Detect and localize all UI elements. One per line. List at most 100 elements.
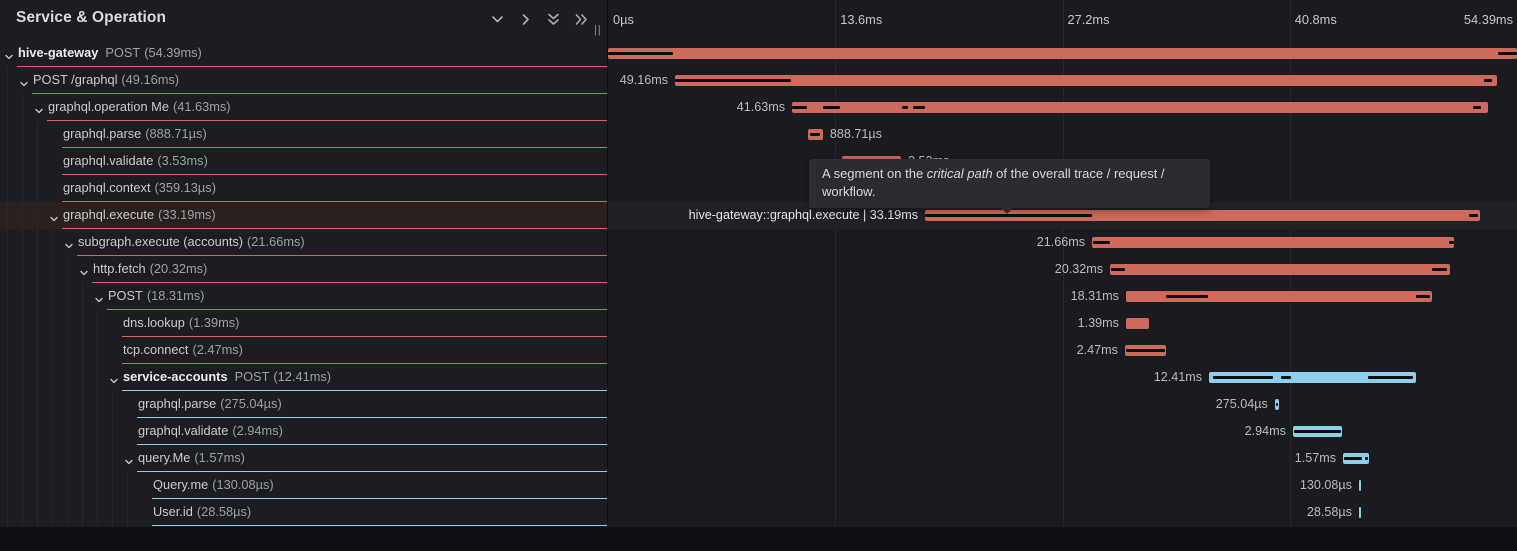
chevron-down-icon[interactable] xyxy=(490,12,505,27)
span-row[interactable]: http.fetch(20.32ms) xyxy=(0,256,607,283)
critical-path-segment[interactable] xyxy=(1484,79,1492,82)
indent-guide xyxy=(97,337,98,364)
operation-name: http.fetch xyxy=(93,261,146,276)
span-row[interactable]: Query.me(130.08µs) xyxy=(0,472,607,499)
indent-guide xyxy=(7,310,8,337)
span-name-label: subgraph.execute (accounts)(21.66ms) xyxy=(78,229,305,255)
tree-controls xyxy=(490,12,589,27)
critical-path-segment[interactable] xyxy=(823,106,840,109)
panel-resize-grip[interactable]: || xyxy=(594,24,602,36)
span-row[interactable]: graphql.execute(33.19ms) xyxy=(0,202,607,229)
span-bar[interactable] xyxy=(675,75,1497,86)
indent-guide xyxy=(52,472,53,499)
critical-path-segment[interactable] xyxy=(1469,214,1478,217)
critical-path-segment[interactable] xyxy=(1449,241,1454,244)
span-row[interactable]: hive-gatewayPOST(54.39ms) xyxy=(0,40,607,67)
critical-path-segment[interactable] xyxy=(925,214,1092,217)
span-row[interactable]: service-accountsPOST(12.41ms) xyxy=(0,364,607,391)
indent-guide xyxy=(37,229,38,256)
span-duration-label: 1.57ms xyxy=(1295,445,1336,472)
indent-guide xyxy=(37,337,38,364)
span-row[interactable]: POST /graphql(49.16ms) xyxy=(0,67,607,94)
span-row[interactable]: graphql.context(359.13µs) xyxy=(0,175,607,202)
span-row[interactable]: dns.lookup(1.39ms) xyxy=(0,310,607,337)
span-row[interactable]: graphql.parse(888.71µs) xyxy=(0,121,607,148)
span-bar[interactable] xyxy=(792,102,1488,113)
span-row[interactable]: query.Me(1.57ms) xyxy=(0,445,607,472)
critical-path-segment[interactable] xyxy=(1416,295,1430,298)
chevron-down-icon[interactable] xyxy=(79,265,89,275)
span-row[interactable]: POST(18.31ms) xyxy=(0,283,607,310)
indent-guide xyxy=(37,202,38,229)
critical-path-segment[interactable] xyxy=(1126,349,1165,352)
indent-guide xyxy=(37,391,38,418)
chevron-down-icon[interactable] xyxy=(64,238,74,248)
chevron-down-icon[interactable] xyxy=(4,49,14,59)
critical-path-segment[interactable] xyxy=(810,133,820,136)
indent-guide xyxy=(52,337,53,364)
span-bar[interactable] xyxy=(1092,237,1454,248)
timeline-tick-label: 0µs xyxy=(613,12,634,27)
critical-path-segment[interactable] xyxy=(1213,376,1273,379)
span-row[interactable]: graphql.operation Me(41.63ms) xyxy=(0,94,607,121)
indent-guide xyxy=(97,499,98,526)
chevron-right-icon[interactable] xyxy=(518,12,533,27)
operation-name: POST xyxy=(105,45,140,60)
indent-guide xyxy=(7,499,8,526)
critical-path-segment[interactable] xyxy=(1368,376,1413,379)
critical-path-segment[interactable] xyxy=(1365,457,1368,460)
span-row[interactable]: graphql.parse(275.04µs) xyxy=(0,391,607,418)
operation-name: graphql.context xyxy=(63,180,151,195)
span-row[interactable]: graphql.validate(2.94ms) xyxy=(0,418,607,445)
critical-path-segment[interactable] xyxy=(1344,457,1362,460)
span-bar[interactable] xyxy=(608,48,1517,59)
chevron-down-icon[interactable] xyxy=(34,103,44,113)
operation-name: query.Me xyxy=(138,450,190,465)
critical-path-segment[interactable] xyxy=(608,52,673,55)
span-bar[interactable] xyxy=(1359,480,1361,491)
span-row[interactable]: User.id(28.58µs) xyxy=(0,499,607,526)
chevron-down-icon[interactable] xyxy=(109,373,119,383)
operation-name: subgraph.execute (accounts) xyxy=(78,234,243,249)
indent-guide xyxy=(37,148,38,175)
critical-path-segment[interactable] xyxy=(1294,430,1341,433)
double-chevron-down-icon[interactable] xyxy=(546,12,561,27)
chevron-down-icon[interactable] xyxy=(94,292,104,302)
indent-guide xyxy=(7,283,8,310)
critical-path-segment[interactable] xyxy=(902,106,908,109)
critical-path-segment[interactable] xyxy=(913,106,925,109)
chevron-down-icon[interactable] xyxy=(124,454,134,464)
timeline-row: 888.71µs xyxy=(608,121,1517,148)
timeline-row: 2.47ms xyxy=(608,337,1517,364)
indent-guide xyxy=(22,310,23,337)
operation-name: graphql.execute xyxy=(63,207,154,222)
indent-guide xyxy=(52,229,53,256)
indent-guide xyxy=(22,175,23,202)
critical-path-segment[interactable] xyxy=(1432,268,1447,271)
span-name-label: graphql.operation Me(41.63ms) xyxy=(48,94,231,120)
critical-path-segment[interactable] xyxy=(1093,241,1110,244)
indent-guide xyxy=(7,418,8,445)
critical-path-segment[interactable] xyxy=(792,106,807,109)
operation-name: dns.lookup xyxy=(123,315,185,330)
indent-guide xyxy=(22,94,23,121)
critical-path-segment[interactable] xyxy=(1473,106,1481,109)
chevron-down-icon[interactable] xyxy=(19,76,29,86)
chevron-down-icon[interactable] xyxy=(49,211,59,221)
indent-guide xyxy=(52,445,53,472)
span-row[interactable]: tcp.connect(2.47ms) xyxy=(0,337,607,364)
span-bar[interactable] xyxy=(1126,318,1149,329)
critical-path-segment[interactable] xyxy=(1111,268,1125,271)
service-name: service-accounts xyxy=(123,369,228,384)
critical-path-segment[interactable] xyxy=(1166,295,1208,298)
span-row[interactable]: graphql.validate(3.53ms) xyxy=(0,148,607,175)
span-row[interactable]: subgraph.execute (accounts)(21.66ms) xyxy=(0,229,607,256)
double-chevron-right-icon[interactable] xyxy=(574,12,589,27)
critical-path-segment[interactable] xyxy=(1498,52,1517,55)
critical-path-segment[interactable] xyxy=(675,79,791,82)
indent-guide xyxy=(112,418,113,445)
span-bar[interactable] xyxy=(1110,264,1450,275)
indent-guide xyxy=(127,472,128,499)
critical-path-segment[interactable] xyxy=(1281,376,1291,379)
span-bar[interactable] xyxy=(1359,507,1361,518)
